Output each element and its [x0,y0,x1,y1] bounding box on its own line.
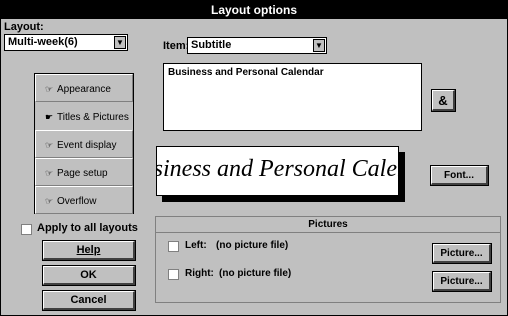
nav-appearance[interactable]: ☞ Appearance [35,74,133,102]
nav-titles-pictures[interactable]: ☛ Titles & Pictures [35,102,133,130]
apply-all-checkbox[interactable] [21,224,32,235]
item-combobox-value: Subtitle [191,39,232,51]
pointer-icon: ☞ [45,168,54,178]
right-picture-label: Right: [185,268,214,279]
nav-page-setup[interactable]: ☞ Page setup [35,158,133,186]
preview-text: Business and Personal Calendar [157,156,398,182]
pointer-icon: ☛ [45,112,54,122]
ok-button[interactable]: OK [42,265,136,286]
pointer-icon: ☞ [45,196,54,206]
pointer-icon: ☞ [45,140,54,150]
title-text-input[interactable]: Business and Personal Calendar [163,63,422,131]
right-picture-checkbox[interactable] [168,269,179,280]
nav-event-display[interactable]: ☞ Event display [35,130,133,158]
layout-combobox-value: Multi-week(6) [8,36,78,48]
left-picture-button[interactable]: Picture... [432,243,492,264]
apply-all-label[interactable]: Apply to all layouts [37,222,138,234]
section-nav: ☞ Appearance ☛ Titles & Pictures ☞ Event di… [34,73,134,214]
item-combobox[interactable]: Subtitle ▼ [187,37,327,54]
layout-label: Layout: [4,21,44,33]
help-button[interactable]: Help [42,240,136,261]
layout-options-dialog: Layout options Layout: Multi-week(6) ▼ ☞… [0,0,508,316]
layout-combobox[interactable]: Multi-week(6) ▼ [4,34,128,51]
pictures-header: Pictures [156,217,500,233]
pictures-group: Pictures Left: (no picture file) Picture… [155,216,501,303]
item-label: Item: [163,40,190,52]
left-picture-label: Left: [185,240,207,251]
left-picture-file: (no picture file) [216,240,289,251]
nav-overflow[interactable]: ☞ Overflow [35,186,133,214]
font-button[interactable]: Font... [430,165,489,186]
title-text-value: Business and Personal Calendar [168,67,324,78]
pointer-icon: ☞ [45,84,54,94]
chevron-down-icon[interactable]: ▼ [313,39,325,52]
title-preview: Business and Personal Calendar [156,146,399,196]
right-picture-button[interactable]: Picture... [432,271,492,292]
insert-symbol-button[interactable]: & [431,89,456,112]
left-picture-checkbox[interactable] [168,241,179,252]
cancel-button[interactable]: Cancel [42,290,136,311]
right-picture-file: (no picture file) [219,268,292,279]
chevron-down-icon[interactable]: ▼ [114,36,126,49]
dialog-title: Layout options [1,1,507,19]
